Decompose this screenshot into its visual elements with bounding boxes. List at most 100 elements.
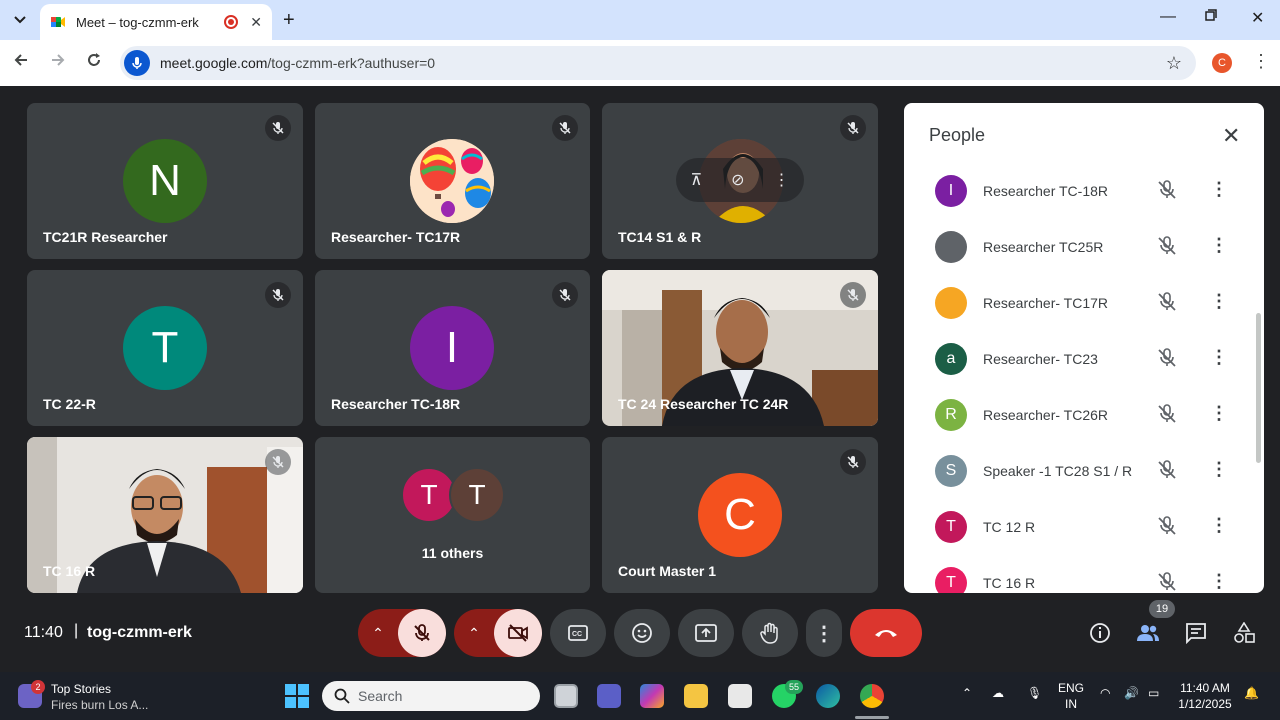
- participant-avatar: T: [935, 567, 967, 593]
- windows-start-icon[interactable]: [285, 684, 309, 708]
- microsoft-store-icon[interactable]: [728, 684, 752, 708]
- microphone-in-use-icon[interactable]: [124, 50, 150, 76]
- edge-icon[interactable]: [816, 684, 840, 708]
- reload-icon[interactable]: [86, 52, 102, 73]
- mic-off-icon[interactable]: [1156, 235, 1178, 262]
- close-window-icon[interactable]: ✕: [1251, 8, 1264, 28]
- participant-tile[interactable]: Researcher- TC17R: [315, 103, 590, 259]
- onedrive-cloud-icon[interactable]: ☁: [992, 686, 1004, 700]
- more-options-icon[interactable]: ⋮: [1210, 571, 1228, 592]
- participant-tile[interactable]: T TC 22-R: [27, 270, 303, 426]
- battery-icon[interactable]: ▭: [1148, 686, 1159, 700]
- avatar: I: [410, 306, 494, 390]
- more-options-icon[interactable]: ⋮: [1210, 347, 1228, 368]
- restore-icon[interactable]: [1205, 8, 1217, 26]
- wifi-icon[interactable]: ◠: [1100, 686, 1110, 700]
- mic-off-icon[interactable]: [1156, 459, 1178, 486]
- video-options-chevron-icon[interactable]: ⌃: [454, 625, 494, 642]
- tab-search-chevron-icon[interactable]: [8, 8, 32, 32]
- participant-row[interactable]: a Researcher- TC23 ⋮: [904, 331, 1244, 387]
- participant-name: TC21R Researcher: [43, 229, 168, 245]
- participant-tile[interactable]: N TC21R Researcher: [27, 103, 303, 259]
- microphone-tray-icon[interactable]: 🎙: [1027, 686, 1042, 700]
- bookmark-star-icon[interactable]: ☆: [1166, 53, 1182, 74]
- participant-avatar: a: [935, 343, 967, 375]
- people-count-badge: 19: [1149, 600, 1175, 618]
- copilot-icon[interactable]: [640, 684, 664, 708]
- more-options-icon[interactable]: ⋮: [1210, 291, 1228, 312]
- taskbar-search-box[interactable]: Search: [322, 681, 540, 711]
- participant-avatar: T: [935, 511, 967, 543]
- activities-icon[interactable]: [1232, 621, 1256, 645]
- participant-tile[interactable]: C Court Master 1: [602, 437, 878, 593]
- participant-row[interactable]: T TC 16 R ⋮: [904, 555, 1244, 593]
- chat-icon[interactable]: [1184, 621, 1208, 645]
- more-options-icon[interactable]: ⋮: [1210, 179, 1228, 200]
- present-screen-button[interactable]: [678, 609, 734, 657]
- participant-video-tile[interactable]: TC 16 R: [27, 437, 303, 593]
- more-options-icon[interactable]: ⋮: [1210, 459, 1228, 480]
- search-placeholder: Search: [358, 688, 403, 704]
- tab-close-icon[interactable]: ✕: [250, 14, 262, 31]
- raise-hand-button[interactable]: [742, 609, 798, 657]
- forward-icon[interactable]: [50, 52, 66, 73]
- chrome-icon[interactable]: [860, 684, 884, 708]
- more-options-icon[interactable]: ⋮: [1210, 403, 1228, 424]
- mic-off-button[interactable]: [398, 609, 446, 657]
- teams-icon[interactable]: [597, 684, 621, 708]
- participant-row[interactable]: Researcher- TC17R ⋮: [904, 275, 1244, 331]
- participant-tile[interactable]: I Researcher TC-18R: [315, 270, 590, 426]
- notifications-bell-icon[interactable]: 🔔: [1244, 686, 1259, 700]
- captions-button[interactable]: CC: [550, 609, 606, 657]
- more-options-icon[interactable]: ⋮: [1210, 235, 1228, 256]
- taskbar-clock[interactable]: 11:40 AM 1/12/2025: [1172, 680, 1238, 712]
- pin-icon[interactable]: ⊼: [690, 170, 702, 190]
- participant-video-tile[interactable]: TC 24 Researcher TC 24R: [602, 270, 878, 426]
- volume-icon[interactable]: 🔊: [1124, 686, 1139, 700]
- more-options-icon[interactable]: ⋮: [774, 170, 790, 190]
- avatar: C: [698, 473, 782, 557]
- participant-row[interactable]: R Researcher- TC26R ⋮: [904, 387, 1244, 443]
- mic-off-icon[interactable]: [1156, 347, 1178, 374]
- mute-icon[interactable]: ⊘: [731, 170, 744, 190]
- language-indicator[interactable]: ENG IN: [1054, 680, 1088, 712]
- mic-off-icon[interactable]: [1156, 515, 1178, 542]
- participant-row[interactable]: T TC 12 R ⋮: [904, 499, 1244, 555]
- new-tab-icon[interactable]: +: [283, 9, 295, 32]
- browser-menu-icon[interactable]: ⋮: [1252, 51, 1270, 72]
- address-bar[interactable]: meet.google.com/tog-czmm-erk?authuser=0 …: [120, 46, 1196, 80]
- hot-air-balloons-avatar: [410, 139, 494, 223]
- leave-call-button[interactable]: [850, 609, 922, 657]
- whatsapp-badge: 55: [785, 680, 803, 694]
- audio-options-chevron-icon[interactable]: ⌃: [358, 625, 398, 642]
- mic-off-icon[interactable]: [1156, 571, 1178, 593]
- panel-scrollbar[interactable]: [1256, 313, 1261, 463]
- close-panel-icon[interactable]: ✕: [1222, 123, 1240, 149]
- participant-name: TC 12 R: [983, 519, 1036, 535]
- others-count: 11 others: [421, 545, 484, 561]
- more-options-button[interactable]: ⋮: [806, 609, 842, 657]
- browser-tab-meet[interactable]: Meet – tog-czmm-erk ✕: [40, 4, 272, 40]
- more-options-icon[interactable]: ⋮: [1210, 515, 1228, 536]
- participant-name: Researcher- TC26R: [983, 407, 1109, 423]
- meeting-details-icon[interactable]: [1088, 621, 1112, 645]
- back-icon[interactable]: [13, 52, 29, 73]
- show-hidden-icons-chevron-icon[interactable]: ⌃: [962, 686, 972, 700]
- participant-row[interactable]: I Researcher TC-18R ⋮: [904, 163, 1244, 219]
- participant-row[interactable]: Researcher TC25R ⋮: [904, 219, 1244, 275]
- participant-tile[interactable]: ⊼ ⊘ ⋮ TC14 S1 & R: [602, 103, 878, 259]
- emoji-reaction-button[interactable]: [614, 609, 670, 657]
- people-icon[interactable]: [1136, 621, 1160, 645]
- camera-off-button[interactable]: [494, 609, 542, 657]
- file-explorer-icon[interactable]: [684, 684, 708, 708]
- mic-off-icon: [840, 115, 866, 141]
- participant-name: Researcher TC25R: [983, 239, 1104, 255]
- mic-off-icon[interactable]: [1156, 403, 1178, 430]
- others-tile[interactable]: T T 11 others: [315, 437, 590, 593]
- minimize-icon[interactable]: —: [1160, 8, 1176, 26]
- mic-off-icon[interactable]: [1156, 179, 1178, 206]
- profile-avatar[interactable]: C: [1212, 53, 1232, 73]
- task-view-icon[interactable]: [554, 684, 578, 708]
- participant-row[interactable]: S Speaker -1 TC28 S1 / R ⋮: [904, 443, 1244, 499]
- mic-off-icon[interactable]: [1156, 291, 1178, 318]
